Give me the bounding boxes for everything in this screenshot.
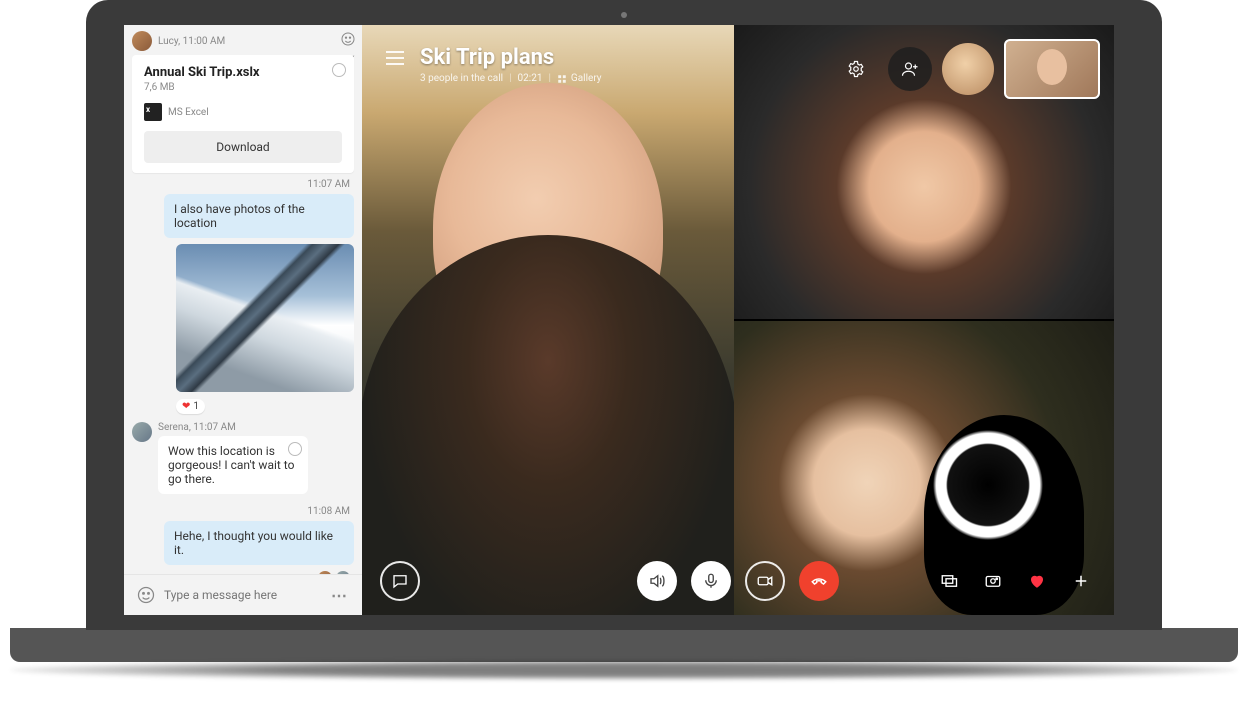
camera-icon[interactable] bbox=[745, 561, 785, 601]
microphone-icon[interactable] bbox=[691, 561, 731, 601]
react-icon[interactable] bbox=[288, 442, 302, 456]
screenshare-icon[interactable] bbox=[934, 566, 964, 596]
avatar[interactable] bbox=[132, 422, 152, 442]
file-size: 7,6 MB bbox=[144, 82, 342, 93]
laptop-camera bbox=[621, 12, 627, 18]
hangup-button[interactable] bbox=[799, 561, 839, 601]
snapshot-icon[interactable] bbox=[978, 566, 1008, 596]
outgoing-message[interactable]: I also have photos of the location bbox=[164, 194, 354, 238]
message-sender: Lucy, 11:00 AM bbox=[158, 36, 225, 47]
laptop-shadow bbox=[10, 660, 1238, 680]
call-subtitle: 3 people in the call| 02:21| Gallery bbox=[420, 73, 602, 84]
call-panel: Ski Trip plans 3 people in the call| 02:… bbox=[362, 25, 1114, 615]
emoji-icon[interactable] bbox=[136, 585, 156, 605]
participant-avatar[interactable] bbox=[942, 43, 994, 95]
file-app: MS Excel bbox=[168, 107, 209, 118]
chat-bubble-icon[interactable] bbox=[380, 561, 420, 601]
view-mode-button[interactable]: Gallery bbox=[557, 73, 602, 84]
heart-icon: ❤ bbox=[182, 401, 190, 412]
file-attachment-card[interactable]: Annual Ski Trip.xslx 7,6 MB MS Excel Dow… bbox=[132, 55, 354, 173]
gear-icon[interactable] bbox=[834, 47, 878, 91]
person-add-icon[interactable] bbox=[888, 47, 932, 91]
speaker-icon[interactable] bbox=[637, 561, 677, 601]
avatar[interactable] bbox=[132, 31, 152, 51]
download-button[interactable]: Download bbox=[144, 131, 342, 163]
react-icon[interactable] bbox=[332, 63, 346, 77]
reaction-pill[interactable]: ❤1 bbox=[176, 399, 205, 414]
file-name: Annual Ski Trip.xslx bbox=[144, 65, 342, 80]
laptop-base bbox=[10, 628, 1238, 662]
timestamp: 11:07 AM bbox=[132, 179, 350, 190]
more-icon[interactable]: ⋯ bbox=[330, 585, 350, 605]
main-video-feed[interactable] bbox=[362, 25, 734, 615]
emoji-reaction-icon[interactable] bbox=[340, 31, 356, 47]
hamburger-icon[interactable] bbox=[386, 51, 404, 65]
outgoing-message[interactable]: Hehe, I thought you would like it. bbox=[164, 521, 354, 565]
timestamp: 11:08 AM bbox=[132, 506, 350, 517]
excel-icon bbox=[144, 103, 162, 121]
self-view-pip[interactable] bbox=[1004, 39, 1100, 99]
message-composer: ⋯ bbox=[124, 574, 362, 615]
call-title: Ski Trip plans bbox=[420, 45, 602, 70]
incoming-message[interactable]: Wow this location is gorgeous! I can't w… bbox=[158, 436, 308, 494]
heart-icon[interactable] bbox=[1022, 566, 1052, 596]
plus-icon[interactable] bbox=[1066, 566, 1096, 596]
photo-message[interactable] bbox=[176, 244, 354, 392]
chat-panel: Lucy, 11:00 AM Annual Ski Trip.xslx 7,6 … bbox=[124, 25, 362, 615]
message-input[interactable] bbox=[164, 588, 322, 602]
message-sender: Serena, 11:07 AM bbox=[158, 422, 354, 433]
